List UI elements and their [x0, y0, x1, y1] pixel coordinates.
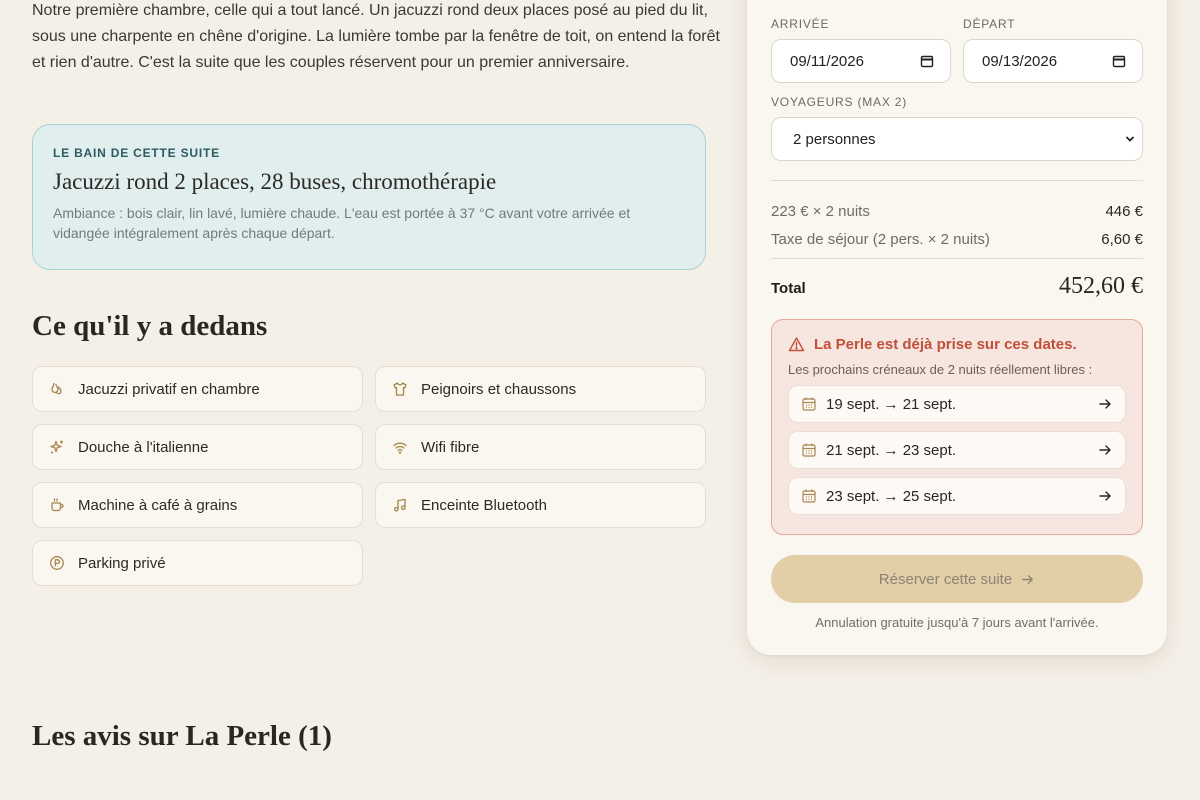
coffee-icon [51, 498, 64, 512]
arrow-right-icon [1099, 445, 1111, 455]
calendar-icon [920, 55, 934, 68]
unavailable-alert: La Perle est déjà prise sur ces dates. L… [771, 319, 1143, 535]
price-line-value: 446 € [1105, 203, 1143, 220]
total-label: Total [771, 280, 806, 297]
reviews-heading: Les avis sur La Perle (1) [32, 720, 332, 752]
sparkles-icon [50, 440, 63, 454]
price-line-nights: 223 € × 2 nuits 446 € [771, 203, 1143, 220]
divider [771, 258, 1143, 259]
price-line-value: 6,60 € [1101, 231, 1143, 248]
arrow-right-icon [1099, 491, 1111, 501]
amenity-label: Peignoirs et chaussons [421, 380, 577, 398]
amenities-heading: Ce qu'il y a dedans [32, 310, 268, 342]
departure-date-value: 09/13/2026 [982, 52, 1058, 70]
arrival-date-input[interactable]: 09/11/2026 [771, 39, 951, 83]
arrival-date-value: 09/11/2026 [790, 52, 864, 70]
bath-eyebrow: LE BAIN DE CETTE SUITE [53, 146, 220, 160]
booking-card: ARRIVÉE DÉPART 09/11/2026 09/13/2026 VOY… [747, 0, 1167, 655]
guests-select[interactable]: 2 personnes [771, 117, 1143, 161]
price-line-label: 223 € × 2 nuits [771, 203, 870, 220]
bath-feature-card: LE BAIN DE CETTE SUITE Jacuzzi rond 2 pl… [32, 124, 706, 270]
parking-icon [50, 556, 64, 570]
available-slot-button[interactable]: 19 sept. → 21 sept. [788, 385, 1126, 423]
departure-date-input[interactable]: 09/13/2026 [963, 39, 1143, 83]
price-line-tax: Taxe de séjour (2 pers. × 2 nuits) 6,60 … [771, 231, 1143, 248]
total-value: 452,60 € [1059, 273, 1143, 299]
amenities-grid: Jacuzzi privatif en chambre Peignoirs et… [32, 366, 706, 586]
music-icon [393, 498, 406, 512]
calendar-icon [802, 397, 816, 411]
available-slot-button[interactable]: 21 sept. → 23 sept. [788, 431, 1126, 469]
guests-label: VOYAGEURS (MAX 2) [771, 95, 908, 109]
alert-subtitle: Les prochains créneaux de 2 nuits réelle… [788, 362, 1093, 377]
departure-label: DÉPART [963, 17, 1016, 31]
amenity-label: Machine à café à grains [78, 496, 238, 514]
alert-title-text: La Perle est déjà prise sur ces dates. [814, 336, 1077, 353]
suite-intro-text: Notre première chambre, celle qui a tout… [32, 2, 720, 71]
amenity-label: Douche à l'italienne [78, 438, 209, 456]
amenity-item: Wifi fibre [375, 424, 706, 470]
calendar-icon [1112, 55, 1126, 68]
divider [771, 180, 1143, 181]
calendar-icon [802, 443, 816, 457]
amenity-item: Peignoirs et chaussons [375, 366, 706, 412]
amenity-item: Douche à l'italienne [32, 424, 363, 470]
warning-icon [788, 337, 805, 352]
reserve-button-label: Réserver cette suite [878, 570, 1013, 588]
chevron-down-icon [1126, 136, 1134, 142]
calendar-icon [802, 489, 816, 503]
available-slot-button[interactable]: 23 sept. → 25 sept. [788, 477, 1126, 515]
droplets-icon [51, 382, 62, 395]
arrival-label: ARRIVÉE [771, 17, 830, 31]
amenity-item: Parking privé [32, 540, 363, 586]
amenity-label: Parking privé [78, 554, 166, 572]
amenity-label: Jacuzzi privatif en chambre [78, 380, 260, 398]
arrow-right-icon [1022, 574, 1034, 584]
bath-description: Ambiance : bois clair, lin lavé, lumière… [53, 205, 631, 241]
amenity-label: Enceinte Bluetooth [421, 496, 547, 514]
cancellation-note: Annulation gratuite jusqu'à 7 jours avan… [815, 615, 1099, 630]
slot-label: 21 sept. → 23 sept. [826, 441, 957, 459]
bath-title: Jacuzzi rond 2 places, 28 buses, chromot… [53, 169, 497, 194]
slot-label: 19 sept. → 21 sept. [826, 395, 957, 413]
alert-title: La Perle est déjà prise sur ces dates. [788, 336, 1126, 353]
slot-label: 23 sept. → 25 sept. [826, 487, 957, 505]
amenity-item: Machine à café à grains [32, 482, 363, 528]
guests-select-value: 2 personnes [793, 130, 876, 148]
amenity-item: Enceinte Bluetooth [375, 482, 706, 528]
amenity-label: Wifi fibre [421, 438, 480, 456]
amenity-item: Jacuzzi privatif en chambre [32, 366, 363, 412]
total-row: Total 452,60 € [771, 273, 1143, 300]
arrow-right-icon [1099, 399, 1111, 409]
price-line-label: Taxe de séjour (2 pers. × 2 nuits) [771, 231, 990, 248]
reserve-button[interactable]: Réserver cette suite [771, 555, 1143, 603]
shirt-icon [393, 382, 407, 396]
wifi-icon [393, 442, 407, 454]
